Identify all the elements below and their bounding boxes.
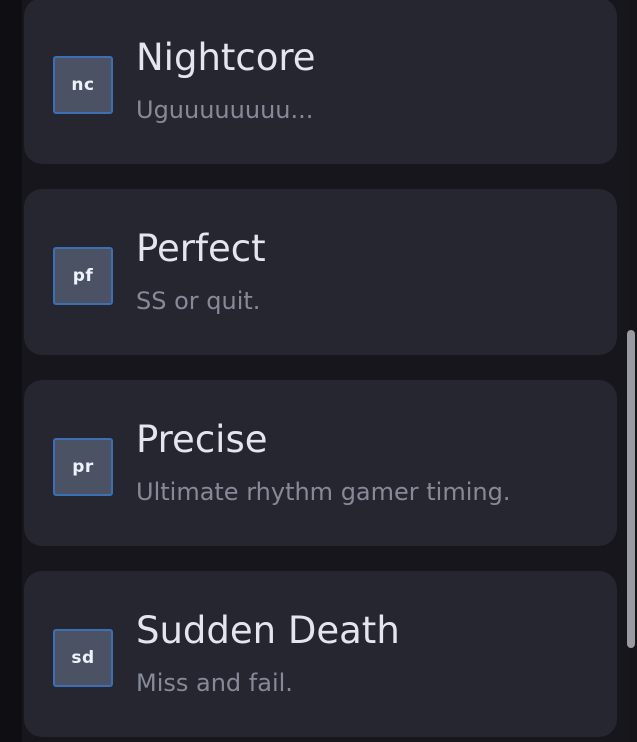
mod-title: Precise [136,418,268,461]
nightcore-icon: nc [53,56,113,114]
mod-select-panel: nc Nightcore Uguuuuuuuu... pf Perfect SS… [0,0,637,742]
perfect-icon: pf [53,247,113,305]
scrollbar-thumb[interactable] [627,330,635,648]
sudden-death-icon: sd [53,629,113,687]
precise-icon: pr [53,438,113,496]
mod-title: Sudden Death [136,609,400,652]
mod-card-sudden-death[interactable]: sd Sudden Death Miss and fail. [24,571,617,737]
mod-list: nc Nightcore Uguuuuuuuu... pf Perfect SS… [24,0,617,742]
mod-card-perfect[interactable]: pf Perfect SS or quit. [24,189,617,355]
mod-card-nightcore[interactable]: nc Nightcore Uguuuuuuuu... [24,0,617,164]
mod-description: SS or quit. [136,287,261,315]
mod-card-precise[interactable]: pr Precise Ultimate rhythm gamer timing. [24,380,617,546]
mod-description: Miss and fail. [136,669,293,697]
mod-title: Nightcore [136,36,316,79]
mod-title: Perfect [136,227,266,270]
mod-description: Ultimate rhythm gamer timing. [136,478,511,506]
mod-description: Uguuuuuuuu... [136,96,314,124]
left-gutter [0,0,22,742]
